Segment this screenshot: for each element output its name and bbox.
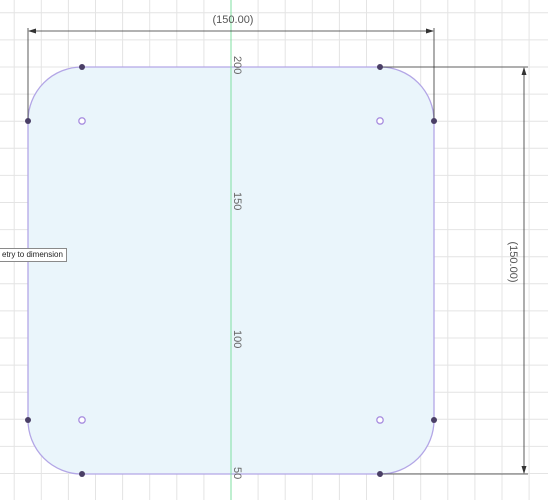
sketch-point[interactable] — [377, 471, 383, 477]
ruler-label-200: 200 — [231, 56, 243, 74]
sketch-point[interactable] — [25, 417, 31, 423]
sketch-point[interactable] — [431, 118, 437, 124]
sketch-canvas[interactable]: 200 150 100 50 (150.00) (150.00) — [0, 0, 548, 500]
sketch-point[interactable] — [25, 118, 31, 124]
ruler-label-100: 100 — [231, 330, 243, 348]
arc-center-point[interactable] — [78, 416, 86, 424]
arc-center-point[interactable] — [78, 117, 86, 125]
vertical-dimension-value[interactable]: (150.00) — [507, 242, 519, 283]
tooltip: etry to dimension — [0, 248, 67, 262]
arc-center-point[interactable] — [376, 117, 384, 125]
sketch-point[interactable] — [377, 64, 383, 70]
sketch-point[interactable] — [79, 64, 85, 70]
sketch-point[interactable] — [79, 471, 85, 477]
arc-center-point[interactable] — [376, 416, 384, 424]
horizontal-dimension-value[interactable]: (150.00) — [213, 14, 254, 26]
sketch-point[interactable] — [431, 417, 437, 423]
ruler-label-50: 50 — [231, 467, 243, 479]
ruler-label-150: 150 — [231, 192, 243, 210]
